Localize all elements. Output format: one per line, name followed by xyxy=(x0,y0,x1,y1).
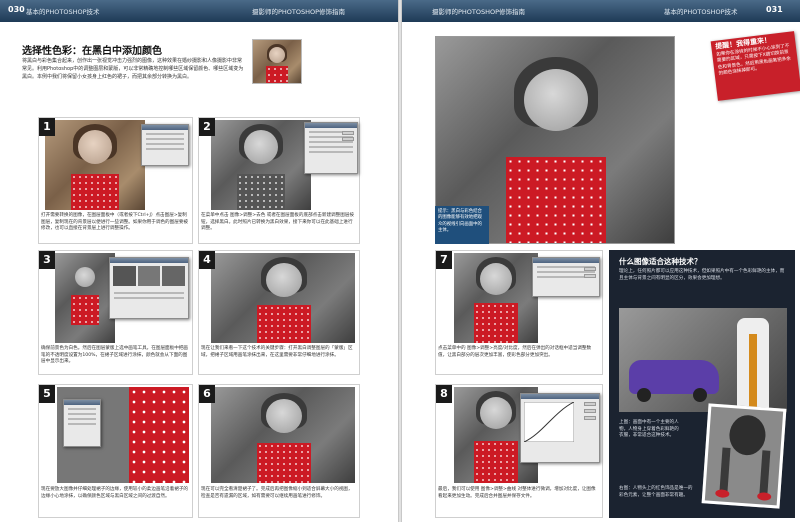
left-page-header: 030 基本的PHOTOSHOP技术 摄影师的PHOTOSHOP修饰指南 xyxy=(0,0,398,22)
step-6-caption: 现在可以完全看清楚裙子了。完成后再把图像缩小到适合屏幕大小的视图，检查是否有遗漏… xyxy=(201,487,353,499)
sidebar-caption-1: 上图：画面中有一个主要的人物，人物身上穿着色彩鲜艳的衣服，非常适合这种技术。 xyxy=(619,420,679,439)
sidebar-photo-braids xyxy=(701,403,787,509)
step-number-6: 6 xyxy=(199,385,215,403)
right-page-header: 摄影师的PHOTOSHOP修饰指南 基本的PHOTOSHOP技术 031 xyxy=(402,0,800,22)
step-number-8: 8 xyxy=(436,385,452,403)
step-panel-2: 2 在菜单中点击 图像>调整>去色 或者在图层面板的底部点击新建调整图层按钮，选… xyxy=(198,117,360,244)
step-number-5: 5 xyxy=(39,385,55,403)
curves-dialog[interactable] xyxy=(520,393,600,463)
step-panel-6: 6 现在可以完全看清楚裙子了。完成后再把图像缩小到适合屏幕大小的视图，检查是否有… xyxy=(198,384,360,518)
step-panel-3: 3 确保前景色为白色。然后在图层蒙版上选中画笔工具，在图层面板中把画笔的不透明度… xyxy=(38,250,193,375)
left-page: 030 基本的PHOTOSHOP技术 摄影师的PHOTOSHOP修饰指南 选择性… xyxy=(0,0,398,522)
right-running-title: 摄影师的PHOTOSHOP修饰指南 xyxy=(432,8,526,16)
intro-text: 将黑白与彩色集合起来，创作出一张视觉冲击力强烈的图像，这种效果在婚纱摄影和人像摄… xyxy=(22,58,244,80)
left-page-number: 030 xyxy=(8,5,25,14)
tip-note: 提示：黑白与彩色结合的图像能够有效地把观众的视线引向画面中的主体。 xyxy=(435,206,489,244)
tools-panel[interactable] xyxy=(63,399,101,447)
step-3-caption: 确保前景色为白色。然后在图层蒙版上选中画笔工具，在图层面板中把画笔的不透明度设置… xyxy=(41,346,189,365)
step-2-caption: 在菜单中点击 图像>调整>去色 或者在图层面板的底部点击新建调整图层按钮，选择黑… xyxy=(201,213,355,232)
step-panel-5: 5 现在要放大图像并仔细处理裙子的边缘，使用较小的柔边画笔沿着裙子的边缘小心地涂… xyxy=(38,384,193,518)
step-number-7: 7 xyxy=(436,251,452,269)
layers-panel[interactable] xyxy=(141,124,189,166)
step-panel-8: 8 最后，我们可以使用 图像>调整>曲线 对整体进行微调，增加对比度，让图像看起… xyxy=(435,384,603,518)
step-4-photo xyxy=(211,253,355,343)
step-number-1: 1 xyxy=(39,118,55,136)
warning-note: 提醒！我得重来！ 如果你在涂抹的时候不小心涂到了不需要的区域，只需按下X键切换前… xyxy=(710,31,800,101)
step-8-caption: 最后，我们可以使用 图像>调整>曲线 对整体进行微调，增加对比度，让图像看起来更… xyxy=(438,487,596,499)
step-panel-4: 4 现在让我们来看一下这个技术的关键步骤：打开黑白调整图层的「蒙版」区域，把裙子… xyxy=(198,250,360,375)
step-4-caption: 现在让我们来看一下这个技术的关键步骤：打开黑白调整图层的「蒙版」区域，把裙子区域… xyxy=(201,346,353,358)
sidebar-body: 理论上，任何照片都可以应用这种技术，但如果照片中有一个色彩鲜艳的主体，而且主体与… xyxy=(619,269,785,281)
brush-preset-panel[interactable] xyxy=(109,257,189,319)
step-7-caption: 点击菜单中的 图像>调整>亮度/对比度，然后在弹出的对话框中适当调整数值，让黑白… xyxy=(438,346,592,358)
step-6-photo xyxy=(211,387,355,483)
right-section-name: 基本的PHOTOSHOP技术 xyxy=(664,8,738,16)
page-title: 选择性色彩：在黑白中添加颜色 xyxy=(22,46,162,57)
step-1-caption: 打开需要转换的图像，在图层面板中（或者按下Ctrl+J）点击图层>复制图层，复制… xyxy=(41,213,189,232)
brightness-contrast-dialog[interactable] xyxy=(532,257,600,297)
sidebar-caption-2: 右图：人物头上的红色饰品是唯一的彩色元素，让整个画面非常有趣。 xyxy=(619,486,693,498)
sidebar-box: 什么图像适合这种技术？ 理论上，任何照片都可以应用这种技术，但如果照片中有一个色… xyxy=(609,250,795,518)
step-7-photo xyxy=(454,253,538,343)
step-number-4: 4 xyxy=(199,251,215,269)
curve-graph[interactable] xyxy=(523,401,575,443)
black-white-dialog[interactable] xyxy=(304,122,358,174)
step-2-photo xyxy=(211,120,311,210)
step-panel-1: 1 打开需要转换的图像，在图层面板中（或者按下Ctrl+J）点击图层>复制图层，… xyxy=(38,117,193,244)
right-page: 摄影师的PHOTOSHOP修饰指南 基本的PHOTOSHOP技术 031 提醒！… xyxy=(402,0,800,522)
sidebar-photo-car xyxy=(619,308,787,412)
left-section-name: 基本的PHOTOSHOP技术 xyxy=(26,8,100,16)
step-1-photo xyxy=(45,120,145,210)
hero-photo xyxy=(252,39,302,84)
right-page-number: 031 xyxy=(766,5,783,14)
step-panel-7: 7 点击菜单中的 图像>调整>亮度/对比度，然后在弹出的对话框中适当调整数值，让… xyxy=(435,250,603,375)
sidebar-title: 什么图像适合这种技术？ xyxy=(619,257,702,266)
left-running-title: 摄影师的PHOTOSHOP修饰指南 xyxy=(252,8,346,16)
step-3-photo-a xyxy=(55,253,115,343)
step-5-caption: 现在要放大图像并仔细处理裙子的边缘，使用较小的柔边画笔沿着裙子的边缘小心地涂抹，… xyxy=(41,487,189,499)
step-number-2: 2 xyxy=(199,118,215,136)
step-number-3: 3 xyxy=(39,251,55,269)
